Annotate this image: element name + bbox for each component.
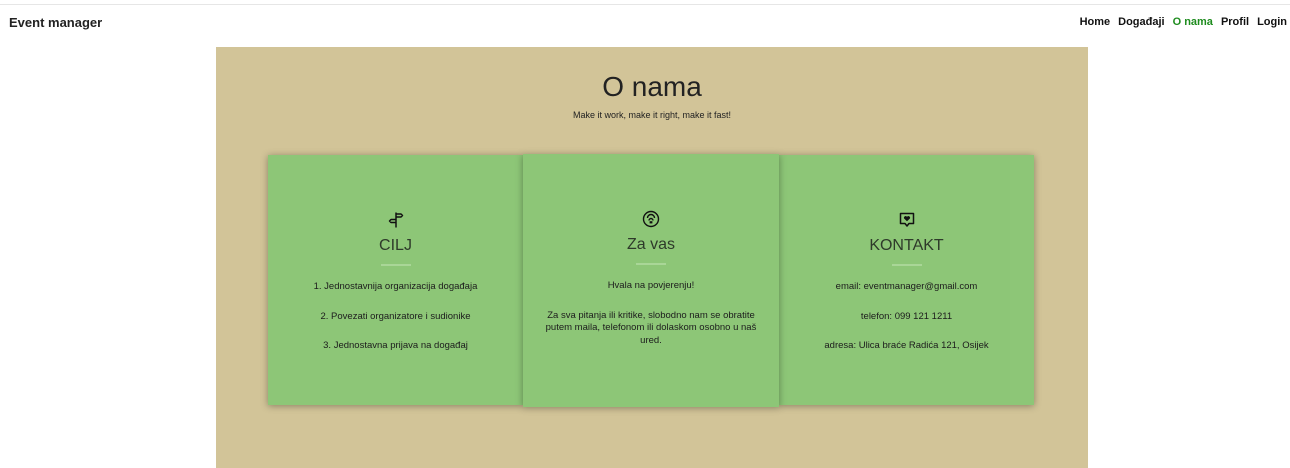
- nav-about[interactable]: O nama: [1173, 16, 1213, 28]
- goal-title: CILJ: [379, 237, 412, 254]
- contact-title: KONTAKT: [869, 237, 944, 254]
- contact-card: KONTAKT email: eventmanager@gmail.com te…: [779, 155, 1034, 405]
- for-you-text: Hvala na povjerenju!: [607, 280, 695, 291]
- nav-home[interactable]: Home: [1080, 16, 1111, 28]
- nav-events[interactable]: Događaji: [1118, 16, 1164, 28]
- for-you-text: Za sva pitanja ili kritike, slobodno nam…: [545, 309, 757, 346]
- goal-divider: [380, 264, 411, 266]
- goal-item: 1. Jednostavnija organizacija događaja: [313, 281, 478, 292]
- top-divider: [0, 4, 1290, 5]
- goal-item: 3. Jednostavna prijava na događaj: [323, 340, 468, 351]
- smile-icon: [523, 210, 779, 228]
- contact-email[interactable]: email: eventmanager@gmail.com: [795, 281, 1018, 294]
- main-nav: Home Događaji O nama Profil Login: [1080, 16, 1287, 28]
- nav-profile[interactable]: Profil: [1221, 16, 1249, 28]
- signpost-icon: [268, 211, 523, 229]
- for-you-card: Za vas Hvala na povjerenju! Za sva pitan…: [523, 154, 779, 407]
- contact-address: adresa: Ulica braće Radića 121, Osijek: [824, 340, 989, 351]
- page-title: O nama: [602, 71, 702, 102]
- for-you-divider: [636, 263, 666, 265]
- heart-message-icon: [779, 211, 1034, 229]
- contact-body: email: eventmanager@gmail.com telefon: 0…: [795, 281, 1018, 370]
- contact-phone[interactable]: telefon: 099 121 1211: [795, 311, 1018, 324]
- page-subtitle: Make it work, make it right, make it fas…: [572, 110, 732, 120]
- contact-divider: [891, 264, 922, 266]
- brand-logo[interactable]: Event manager: [9, 15, 102, 30]
- goal-card: CILJ 1. Jednostavnija organizacija događ…: [268, 155, 523, 405]
- goal-item: 2. Povezati organizatore i sudionike: [320, 310, 471, 322]
- for-you-title: Za vas: [626, 236, 675, 253]
- goal-body: 1. Jednostavnija organizacija događaja 2…: [284, 281, 507, 370]
- for-you-body: Hvala na povjerenju! Za sva pitanja ili …: [539, 280, 763, 364]
- nav-login[interactable]: Login: [1257, 16, 1287, 28]
